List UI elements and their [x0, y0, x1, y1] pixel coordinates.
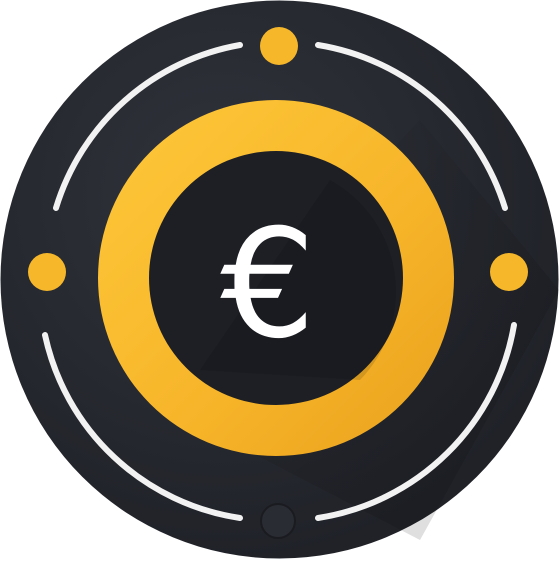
euro-symbol: € [220, 198, 315, 372]
euro-coin-graphic: € [0, 0, 559, 559]
dot-top [260, 27, 298, 65]
dot-right [490, 253, 528, 291]
dot-left [28, 253, 66, 291]
dot-bottom [260, 503, 296, 539]
euro-coin-icon: € [0, 0, 559, 559]
